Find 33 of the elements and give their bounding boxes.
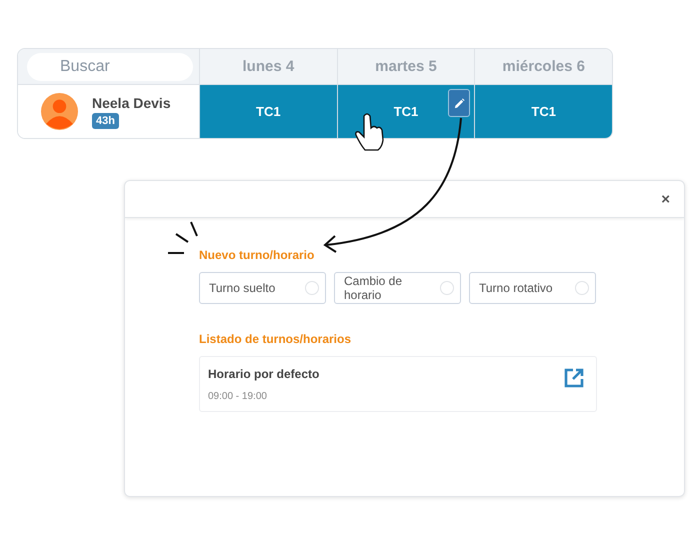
- search-field[interactable]: Buscar: [27, 52, 193, 80]
- emphasis-marks: [167, 221, 198, 254]
- section-title: Nuevo turno/horario: [199, 248, 316, 262]
- hours-badge: 43h: [92, 112, 119, 128]
- item-time: 09:00 - 19:00: [208, 390, 268, 402]
- external-link-icon[interactable]: [562, 366, 586, 390]
- item-name: Horario por defecto: [208, 366, 320, 380]
- shift-label: TC1: [394, 104, 418, 119]
- shift-cell[interactable]: TC1: [199, 85, 337, 138]
- schedule-item-card[interactable]: Horario por defecto 09:00 - 19:00: [199, 356, 597, 412]
- day-header: martes 5: [336, 49, 474, 84]
- option-card[interactable]: Turno rotativo: [469, 272, 596, 304]
- radio-button[interactable]: [440, 281, 454, 295]
- option-label: Turno suelto: [209, 281, 276, 295]
- shift-label: TC1: [256, 104, 281, 119]
- section-title: Listado de turnos/horarios: [199, 332, 352, 346]
- option-card[interactable]: Turno suelto: [199, 272, 326, 304]
- hand-cursor-icon: [355, 113, 384, 151]
- employee-name: Neela Devis: [92, 94, 171, 110]
- option-label: Cambio de horario: [344, 274, 404, 302]
- option-label: Turno rotativo: [479, 281, 553, 295]
- radio-button[interactable]: [305, 281, 319, 295]
- avatar-icon: [41, 93, 78, 130]
- shift-cell[interactable]: TC1: [474, 85, 612, 138]
- shift-cell[interactable]: TC1: [336, 85, 474, 138]
- option-card[interactable]: Cambio de horario: [334, 272, 461, 304]
- shift-label: TC1: [531, 104, 556, 119]
- radio-button[interactable]: [575, 281, 589, 295]
- close-button[interactable]: ×: [661, 190, 670, 208]
- day-header: miércoles 6: [474, 49, 612, 84]
- day-header: lunes 4: [199, 49, 337, 84]
- pencil-icon: [454, 98, 465, 108]
- edit-button[interactable]: [448, 89, 470, 117]
